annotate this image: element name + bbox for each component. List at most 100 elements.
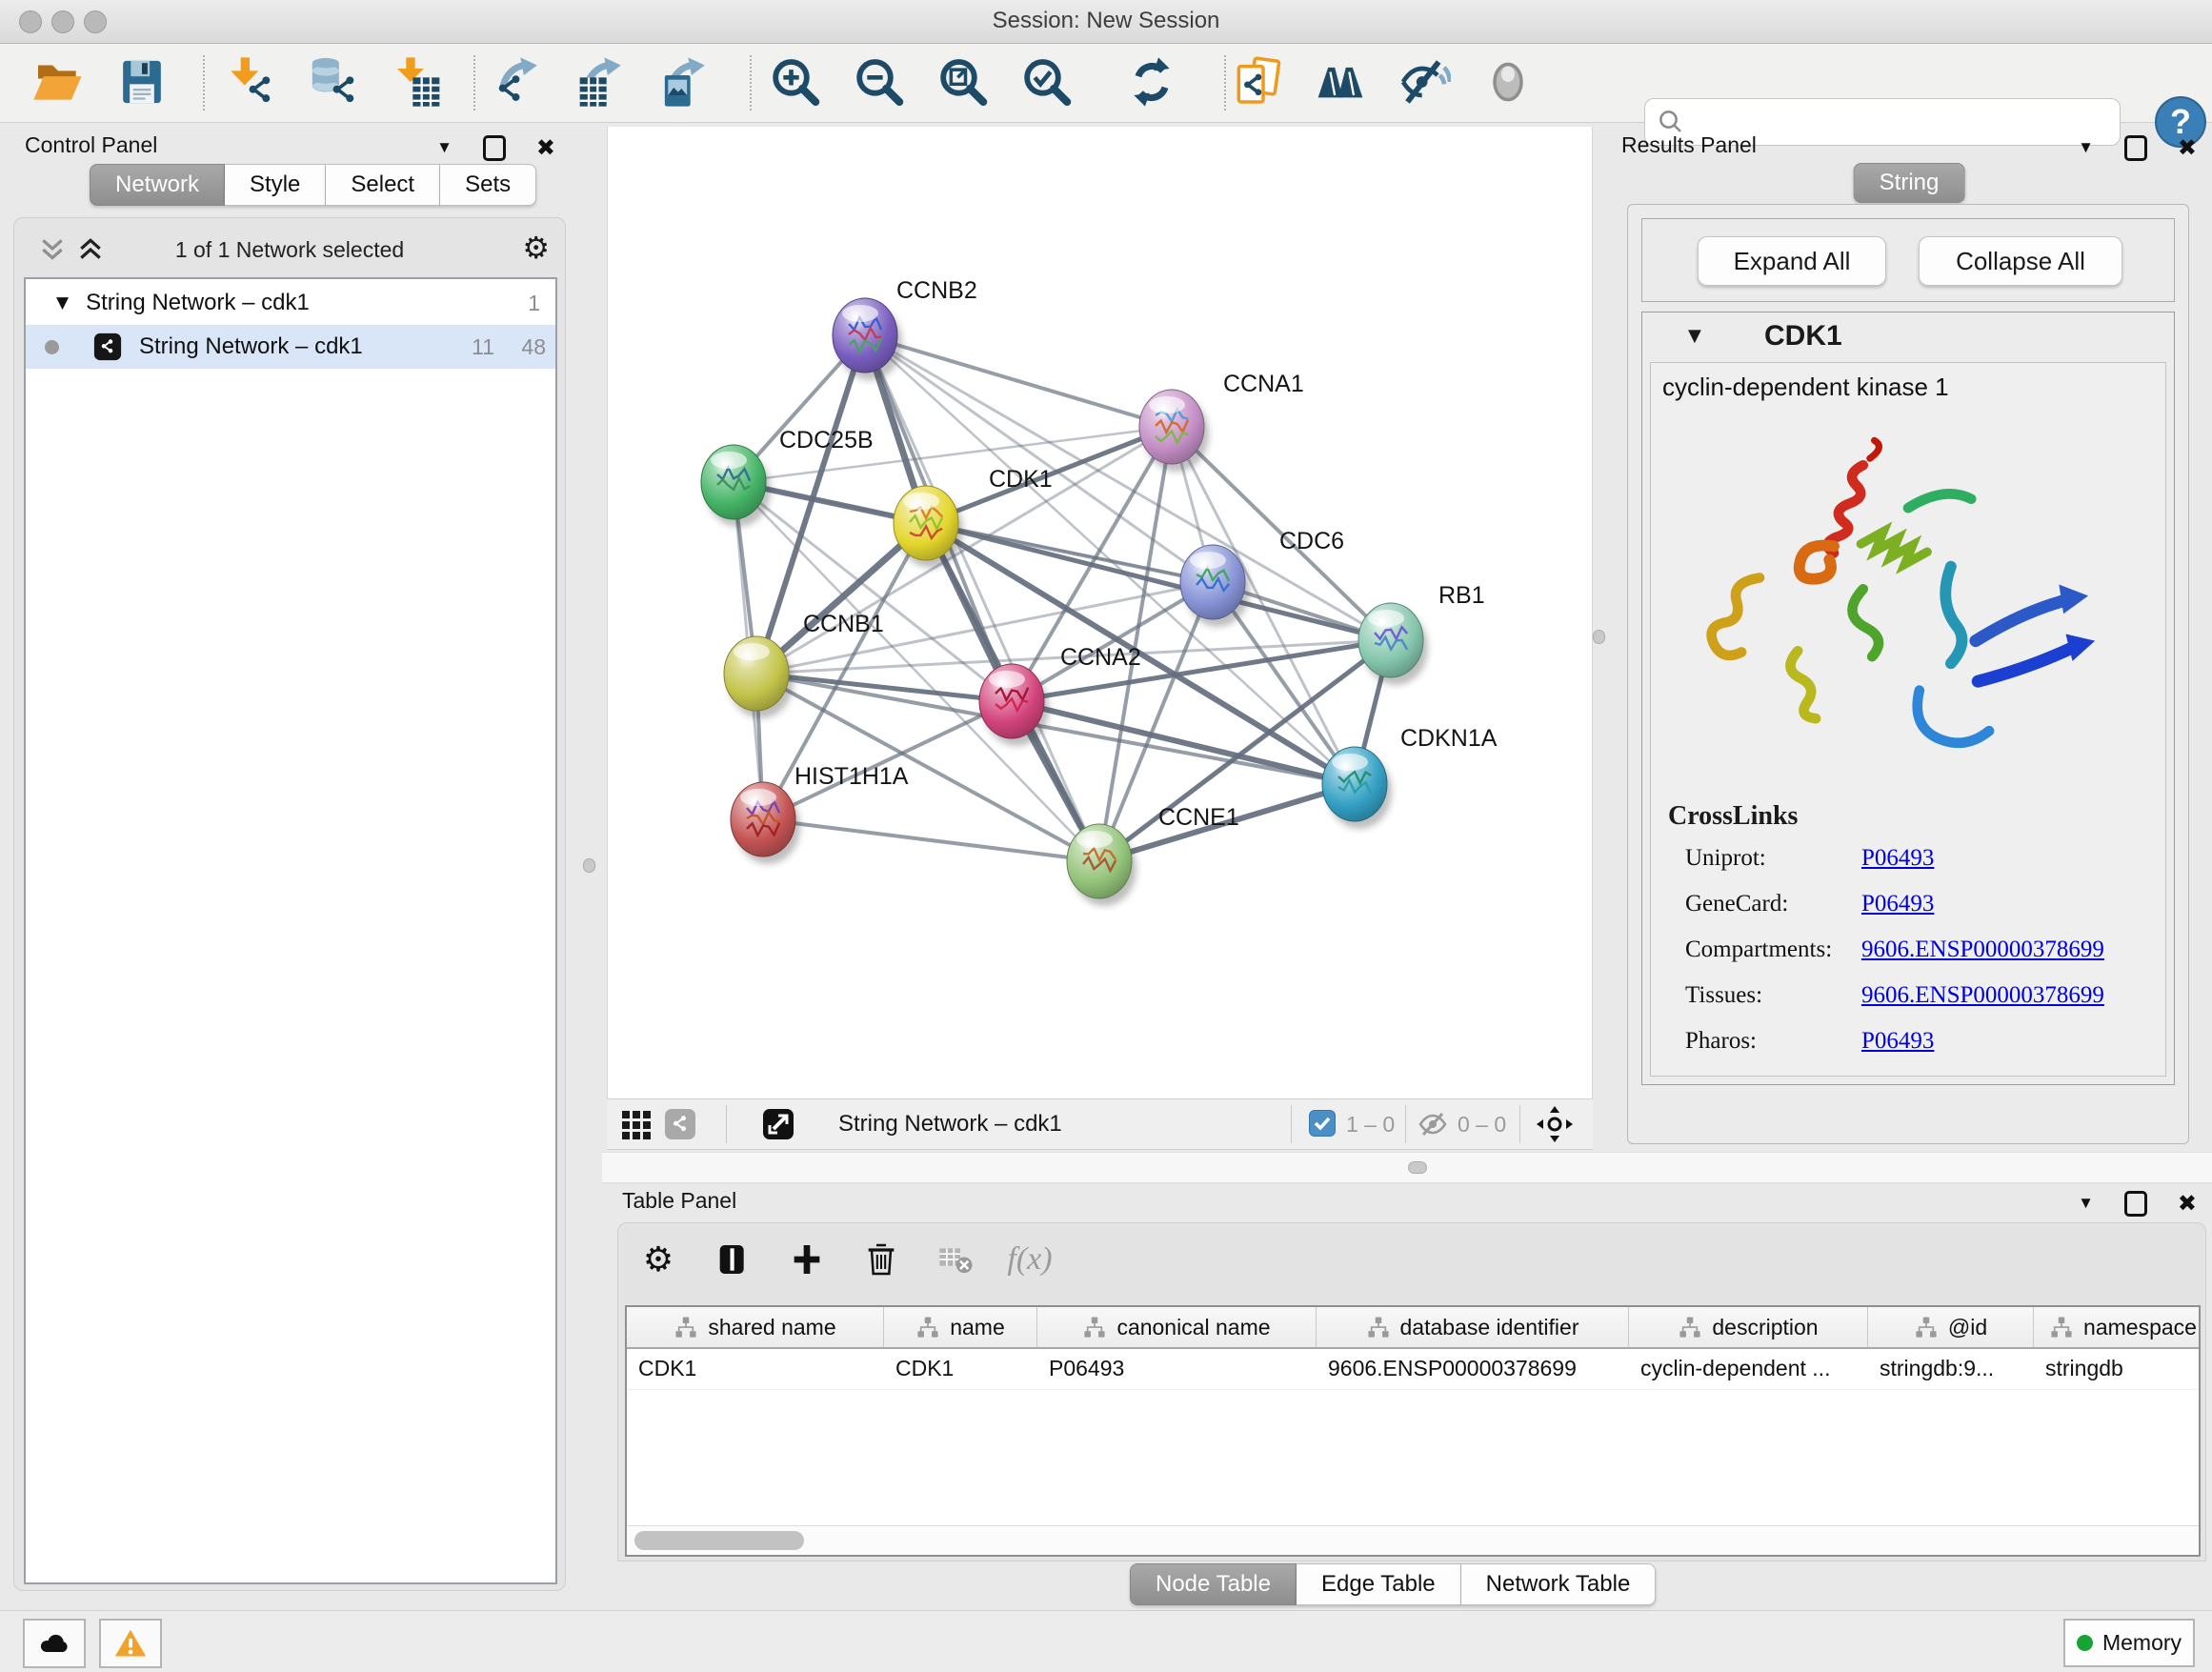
table-cell[interactable]: 9606.ENSP00000378699 <box>1317 1349 1629 1389</box>
export-image-button[interactable] <box>653 51 719 112</box>
table-cell[interactable]: stringdb:9... <box>1868 1349 2034 1389</box>
hidden-nodes-edges-badge: 0 – 0 <box>1458 1112 1506 1138</box>
node-table-header-row: shared namename canonical name database id… <box>627 1307 2199 1349</box>
left-splitter-grip[interactable] <box>583 858 595 873</box>
network-canvas[interactable]: CCNB2CCNA1CDC25BCDK1CDC6RB1CCNB1CCNA2CDK… <box>607 127 1593 1098</box>
table-cell[interactable]: P06493 <box>1037 1349 1317 1389</box>
expand-all-button[interactable]: Expand All <box>1698 236 1886 286</box>
crosslink-link[interactable]: P06493 <box>1861 1028 1934 1055</box>
show-details-button[interactable] <box>1307 51 1374 112</box>
import-network-file-button[interactable] <box>216 51 283 112</box>
network-node-RB1[interactable]: RB1 <box>1358 582 1485 685</box>
tab-network-table[interactable]: Network Table <box>1461 1563 1657 1605</box>
import-table-button[interactable] <box>384 51 451 112</box>
column-header-label: @id <box>1948 1315 1987 1340</box>
network-options-gear-icon[interactable]: ⚙ <box>522 230 550 266</box>
update-button[interactable] <box>1118 51 1185 112</box>
export-table-button[interactable] <box>569 51 635 112</box>
column-header-name[interactable]: name <box>884 1307 1037 1347</box>
save-session-button[interactable] <box>109 51 175 112</box>
zoom-in-button[interactable] <box>761 51 828 112</box>
show-graphics-details-button[interactable] <box>1475 51 1541 112</box>
tab-style[interactable]: Style <box>225 164 326 206</box>
zoom-selected-button[interactable] <box>1013 51 1079 112</box>
crosslink-link[interactable]: P06493 <box>1861 891 1934 917</box>
table-cell[interactable]: stringdb <box>2034 1349 2212 1389</box>
crosslink-link[interactable]: 9606.ENSP00000378699 <box>1861 982 2104 1009</box>
network-collection-row[interactable]: ▼ String Network – cdk1 1 <box>26 281 555 325</box>
network-edge-CCNB2-CCNA1[interactable] <box>865 335 1172 427</box>
table-cell[interactable]: cyclin-dependent ... <box>1629 1349 1868 1389</box>
network-view-icon[interactable] <box>664 1108 696 1140</box>
table-options-gear-icon[interactable]: ⚙ <box>637 1239 679 1280</box>
results-panel-float-icon[interactable] <box>2124 135 2147 161</box>
column-header-shared-name[interactable]: shared name <box>627 1307 884 1347</box>
show-columns-icon[interactable] <box>712 1239 754 1280</box>
collection-expander-icon[interactable]: ▼ <box>56 293 69 312</box>
open-session-button[interactable] <box>25 51 91 112</box>
network-node-CCNA1[interactable]: CCNA1 <box>1139 371 1304 472</box>
column-header-canonical-name[interactable]: canonical name <box>1037 1307 1317 1347</box>
column-header-namespace[interactable]: namespace <box>2034 1307 2212 1347</box>
tab-select[interactable]: Select <box>326 164 440 206</box>
horizontal-splitter[interactable] <box>602 1152 2212 1183</box>
hide-graphics-details-button[interactable] <box>1391 51 1458 112</box>
export-network-button[interactable] <box>485 51 552 112</box>
column-header-label: canonical name <box>1116 1315 1270 1340</box>
column-header-database-identifier[interactable]: database identifier <box>1317 1307 1629 1347</box>
collapse-all-button[interactable]: Collapse All <box>1919 236 2122 286</box>
zoom-fit-button[interactable] <box>929 51 995 112</box>
network-node-CDKN1A[interactable]: CDKN1A <box>1322 725 1498 829</box>
status-bar: Memory <box>0 1610 2212 1672</box>
tab-network[interactable]: Network <box>90 164 225 206</box>
control-panel-close-icon[interactable]: ✖ <box>536 134 555 161</box>
selected-count-checkbox[interactable] <box>1309 1110 1336 1137</box>
memory-button[interactable]: Memory <box>2063 1619 2195 1667</box>
tab-string[interactable]: String <box>1854 163 1965 203</box>
column-header-description[interactable]: description <box>1629 1307 1868 1347</box>
results-panel-close-icon[interactable]: ✖ <box>2178 134 2197 161</box>
table-panel-menu-icon[interactable]: ▼ <box>2078 1194 2094 1213</box>
crosslink-link[interactable]: P06493 <box>1861 845 1934 872</box>
network-edge-CCNA2-HIST1H1A[interactable] <box>763 701 1012 819</box>
splitter-grip[interactable] <box>1408 1161 1427 1174</box>
right-splitter-grip[interactable] <box>1593 630 1605 644</box>
table-panel-float-icon[interactable] <box>2124 1191 2147 1217</box>
network-edge-HIST1H1A-CCNE1[interactable] <box>763 819 1099 861</box>
network-edge-CCNB2-RB1[interactable] <box>865 335 1391 640</box>
protein-card-expander-icon[interactable]: ▼ <box>1688 326 1701 346</box>
control-panel-menu-icon[interactable]: ▼ <box>436 138 452 157</box>
network-node-HIST1H1A[interactable]: HIST1H1A <box>731 763 909 864</box>
table-cell[interactable]: CDK1 <box>627 1349 884 1389</box>
control-panel-float-icon[interactable] <box>483 135 506 161</box>
column-header-label: database identifier <box>1400 1315 1579 1340</box>
table-cell[interactable]: CDK1 <box>884 1349 1037 1389</box>
clone-network-button[interactable] <box>1223 51 1290 112</box>
cloud-button[interactable] <box>23 1619 86 1668</box>
grid-mode-icon[interactable] <box>620 1108 653 1140</box>
network-tree: ▼ String Network – cdk1 1 String Network… <box>24 277 557 1584</box>
node-label-CCNB2: CCNB2 <box>896 277 977 304</box>
tab-node-table[interactable]: Node Table <box>1130 1563 1297 1605</box>
table-panel-close-icon[interactable]: ✖ <box>2178 1190 2197 1217</box>
protein-card-header[interactable]: ▼ CDK1 <box>1642 312 2174 360</box>
delete-column-icon[interactable] <box>860 1239 902 1280</box>
tab-edge-table[interactable]: Edge Table <box>1297 1563 1461 1605</box>
birdseye-view-icon[interactable] <box>762 1108 794 1140</box>
zoom-out-button[interactable] <box>845 51 912 112</box>
warning-button[interactable] <box>99 1619 162 1668</box>
network-node-CDC25B[interactable]: CDC25B <box>701 427 874 527</box>
network-node-CDC6[interactable]: CDC6 <box>1180 528 1344 627</box>
import-network-database-button[interactable] <box>300 51 367 112</box>
results-panel-menu-icon[interactable]: ▼ <box>2078 138 2094 157</box>
scrollbar-thumb[interactable] <box>634 1531 804 1550</box>
column-header-at-id[interactable]: @id <box>1868 1307 2034 1347</box>
network-row[interactable]: String Network – cdk1 11 48 <box>26 325 555 369</box>
table-row[interactable]: CDK1CDK1P064939606.ENSP00000378699cyclin… <box>627 1349 2199 1390</box>
table-horizontal-scrollbar[interactable] <box>627 1525 2199 1555</box>
fit-content-crosshair-icon[interactable] <box>1536 1105 1574 1143</box>
create-column-icon[interactable] <box>786 1239 828 1280</box>
crosslink-link[interactable]: 9606.ENSP00000378699 <box>1861 937 2104 963</box>
control-panel: Control Panel ▼ ✖ NetworkStyleSelectSets… <box>8 127 569 1589</box>
tab-sets[interactable]: Sets <box>440 164 536 206</box>
